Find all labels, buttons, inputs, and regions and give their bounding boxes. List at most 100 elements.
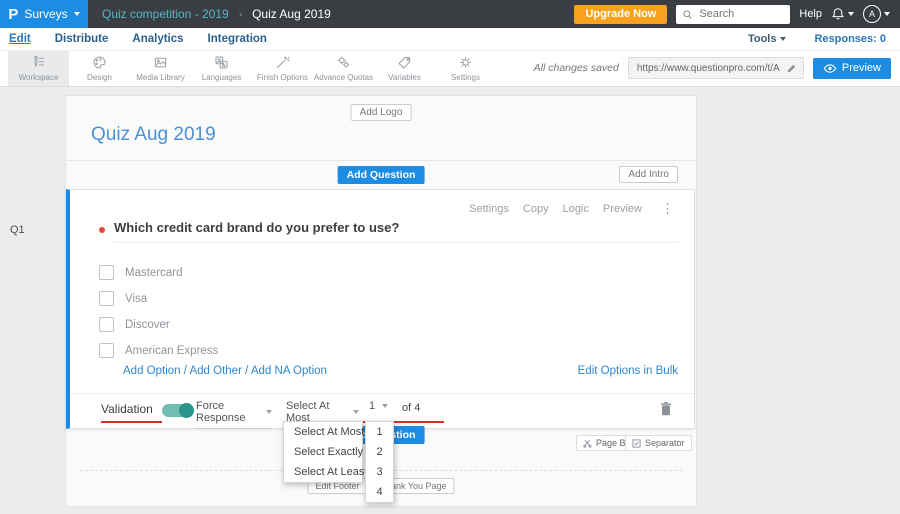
toolbar-item-workspace[interactable]: Workspace — [8, 50, 69, 86]
survey-url-input[interactable] — [634, 61, 782, 75]
answer-option-label: Visa — [125, 292, 148, 305]
add-logo-button[interactable]: Add Logo — [350, 104, 412, 121]
toolbar-item-design[interactable]: Design — [69, 50, 130, 86]
force-response-select[interactable]: Force Response — [196, 400, 272, 429]
trash-icon — [661, 402, 671, 416]
topbar-right: Upgrade Now Help A — [574, 4, 900, 24]
checkbox[interactable] — [99, 343, 114, 358]
toolbar-item-label: Languages — [201, 73, 242, 82]
toolbar-item-settings[interactable]: Settings — [435, 50, 496, 86]
force-response-value: Force Response — [196, 400, 246, 424]
separator-button[interactable]: Separator — [625, 435, 692, 451]
editor-canvas: Q1 Add Logo Quiz Aug 2019 Add Question A… — [0, 86, 900, 514]
toolbar-item-languages[interactable]: Languages — [191, 50, 252, 86]
toolbar-item-label: Settings — [451, 73, 480, 82]
validation-toggle[interactable] — [162, 403, 194, 418]
survey-title[interactable]: Quiz Aug 2019 — [91, 124, 216, 146]
menu-item-count-4[interactable]: 4 — [366, 482, 393, 502]
chevron-down-icon — [353, 410, 359, 414]
chevron-down-icon — [848, 12, 854, 16]
edit-options-in-bulk-link[interactable]: Edit Options in Bulk — [578, 365, 678, 377]
tab-distribute[interactable]: Distribute — [55, 33, 109, 45]
question-number: Q1 — [10, 224, 25, 236]
checkbox[interactable] — [99, 291, 114, 306]
toolbar-item-variables[interactable]: Variables — [374, 50, 435, 86]
menu-item-count-1[interactable]: 1 — [366, 422, 393, 442]
checkbox[interactable] — [99, 317, 114, 332]
gear-icon — [460, 57, 471, 68]
toolbar-item-label: Media Library — [136, 73, 185, 82]
tab-analytics[interactable]: Analytics — [132, 33, 183, 45]
preview-button[interactable]: Preview — [812, 57, 891, 79]
toolbar-item-label: Workspace — [18, 73, 59, 82]
menu-item-select-exactly[interactable]: Select Exactly — [284, 442, 363, 462]
notifications-button[interactable] — [831, 7, 854, 21]
top-bar: P Surveys Quiz competition - 2019 › Quiz… — [0, 0, 900, 28]
question-actions: Settings Copy Logic Preview ⋮ — [469, 202, 674, 215]
pencil-icon[interactable] — [786, 63, 797, 74]
questionpro-logo-icon: P — [8, 5, 19, 23]
product-switcher[interactable]: P Surveys — [0, 0, 88, 28]
image-icon — [154, 57, 167, 68]
account-menu[interactable]: A — [863, 5, 890, 23]
answer-option-row: Discover — [99, 317, 170, 332]
workspace-icon — [34, 56, 45, 67]
wand-icon — [276, 56, 290, 69]
question-copy-link[interactable]: Copy — [523, 203, 549, 215]
question-text[interactable]: Which credit card brand do you prefer to… — [114, 220, 399, 235]
section-nav: Edit Distribute Analytics Integration To… — [0, 28, 900, 51]
breadcrumb-current: Quiz Aug 2019 — [252, 7, 331, 21]
help-link[interactable]: Help — [799, 8, 822, 20]
toggle-knob — [179, 403, 194, 418]
search-box[interactable] — [676, 4, 791, 24]
answer-option-row: Visa — [99, 291, 147, 306]
validation-label: Validation — [101, 402, 153, 416]
required-marker-icon — [99, 227, 105, 233]
validation-rule-dropdown: Select At Most Select Exactly Select At … — [283, 421, 367, 483]
search-input[interactable] — [697, 7, 780, 21]
search-icon — [683, 9, 693, 19]
question-preview-link[interactable]: Preview — [603, 203, 642, 215]
menu-item-select-at-most[interactable]: Select At Most — [284, 422, 364, 442]
answer-option-label: Mastercard — [125, 266, 183, 279]
responses-count-link[interactable]: Responses: 0 — [814, 33, 886, 45]
answer-option-label: American Express — [125, 344, 219, 357]
toolbar-item-label: Advance Quotas — [313, 73, 374, 82]
nav-right: Tools Responses: 0 — [748, 33, 900, 45]
menu-item-select-at-least[interactable]: Select At Least — [284, 462, 367, 482]
add-intro-button[interactable]: Add Intro — [619, 166, 678, 183]
add-option-links[interactable]: Add Option / Add Other / Add NA Option — [123, 365, 327, 377]
divider — [70, 393, 694, 394]
checkbox[interactable] — [99, 265, 114, 280]
question-settings-link[interactable]: Settings — [469, 203, 509, 215]
chevron-down-icon — [73, 12, 80, 16]
survey-url-box[interactable] — [627, 57, 804, 79]
answer-option-label: Discover — [125, 318, 170, 331]
answer-option-row: Mastercard — [99, 265, 183, 280]
toolbar-item-label: Variables — [388, 73, 421, 82]
breadcrumb-separator: › — [238, 8, 243, 20]
toolbar-item-media-library[interactable]: Media Library — [130, 50, 191, 86]
kebab-menu-icon[interactable]: ⋮ — [661, 202, 674, 215]
toolbar-item-advance-quotas[interactable]: Advance Quotas — [313, 50, 374, 86]
annotation-underline-validation — [101, 421, 162, 423]
tools-menu[interactable]: Tools — [748, 33, 787, 45]
validation-of-total: of 4 — [402, 402, 421, 414]
toolbar-item-finish-options[interactable]: Finish Options — [252, 50, 313, 86]
menu-item-count-2[interactable]: 2 — [366, 442, 393, 462]
eye-icon — [823, 63, 837, 73]
tab-edit[interactable]: Edit — [9, 33, 31, 45]
bell-icon — [832, 8, 844, 20]
tab-integration[interactable]: Integration — [208, 33, 267, 45]
validation-count-value: 1 — [369, 400, 376, 412]
upgrade-now-button[interactable]: Upgrade Now — [574, 4, 668, 24]
breadcrumb: Quiz competition - 2019 › Quiz Aug 2019 — [102, 7, 331, 21]
validation-count-select[interactable]: 1 — [369, 400, 388, 412]
menu-item-count-3[interactable]: 3 — [366, 462, 393, 482]
question-logic-link[interactable]: Logic — [563, 203, 589, 215]
add-question-button-top[interactable]: Add Question — [337, 166, 425, 184]
breadcrumb-parent-link[interactable]: Quiz competition - 2019 — [102, 7, 229, 21]
question-card: Settings Copy Logic Preview ⋮ Which cred… — [66, 189, 695, 429]
delete-question-button[interactable] — [660, 401, 672, 421]
palette-icon — [93, 56, 106, 69]
